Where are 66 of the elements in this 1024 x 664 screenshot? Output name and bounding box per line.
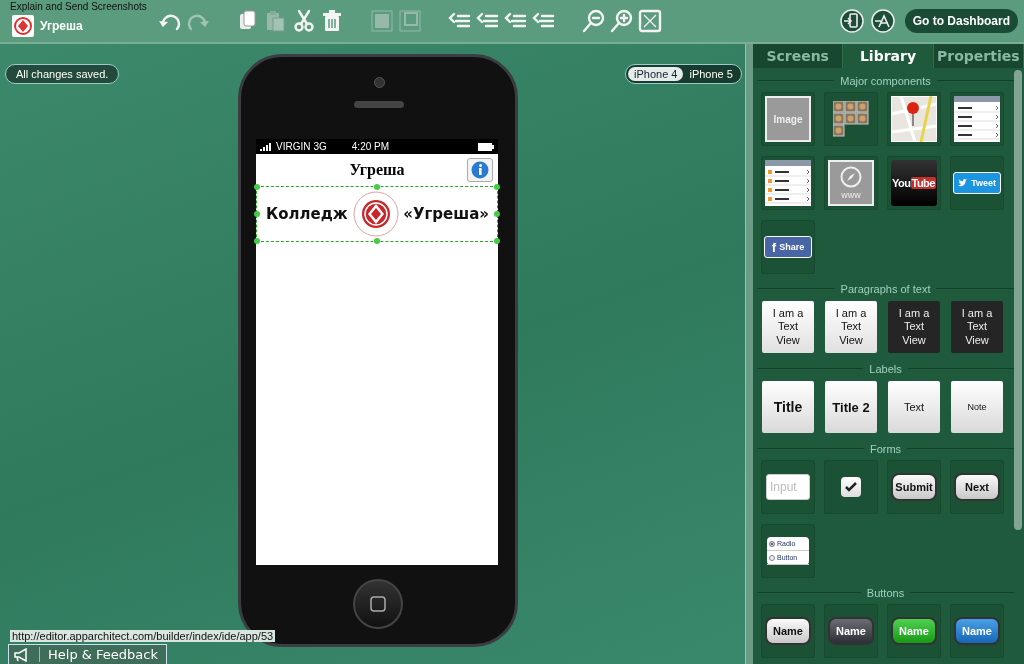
- label-tile[interactable]: Title 2: [825, 381, 877, 433]
- section-heading: Forms: [869, 442, 902, 455]
- button[interactable]: Name: [954, 617, 1000, 645]
- signal-icon: [260, 142, 273, 151]
- compass-icon: [840, 166, 862, 188]
- fit-screen-icon[interactable]: [638, 9, 662, 33]
- feed-list-icon[interactable]: [765, 160, 811, 206]
- app-store-icon[interactable]: [870, 9, 895, 33]
- speaker-grille: [354, 101, 404, 108]
- scrollbar[interactable]: [745, 44, 753, 664]
- text-view-tile[interactable]: I am a Text View: [888, 301, 940, 353]
- photo-gallery-icon[interactable]: [833, 101, 869, 137]
- banner-text: «Угреша»: [403, 205, 489, 223]
- tile-label: www: [841, 190, 861, 200]
- section-heading: Major components: [840, 74, 931, 87]
- check-icon: [845, 482, 857, 492]
- video-tile[interactable]: YouTube: [891, 160, 937, 206]
- checkbox[interactable]: [841, 477, 861, 497]
- dashboard-button[interactable]: Go to Dashboard: [904, 9, 1018, 33]
- map-pin-icon[interactable]: [891, 96, 937, 142]
- banner-text: Колледж: [266, 205, 348, 223]
- section-heading: Labels: [869, 362, 902, 375]
- network-label: 3G: [313, 141, 327, 152]
- scrollbar[interactable]: [1014, 70, 1022, 530]
- share-button[interactable]: f Share: [764, 236, 812, 258]
- url-text: http://editor.apparchitect.com/builder/index/ide/app/53: [10, 630, 276, 642]
- trash-icon[interactable]: [320, 9, 344, 33]
- text-view-tile[interactable]: I am a Text View: [825, 301, 877, 353]
- label-tile[interactable]: Note: [951, 381, 1003, 433]
- table-list-icon[interactable]: [954, 96, 1000, 142]
- bird-icon: [958, 178, 969, 188]
- button[interactable]: Name: [765, 617, 811, 645]
- project-name: Угреша: [40, 19, 84, 33]
- banner-image[interactable]: Колледж «Угреша»: [256, 186, 498, 242]
- text-view-tile[interactable]: I am a Text View: [951, 301, 1003, 353]
- zoom-in-icon[interactable]: [610, 9, 634, 33]
- info-button[interactable]: [467, 158, 493, 182]
- battery-icon: [478, 142, 494, 151]
- input-field[interactable]: Input: [766, 474, 810, 500]
- square-icon: [369, 595, 387, 613]
- nav-title: Угреша: [349, 161, 405, 179]
- label-tile[interactable]: Title: [762, 381, 814, 433]
- label-tile[interactable]: Text: [888, 381, 940, 433]
- phone-enter-icon[interactable]: [839, 9, 864, 33]
- emblem-icon: [351, 190, 400, 238]
- facebook-icon: f: [771, 239, 777, 255]
- button[interactable]: Submit: [891, 473, 937, 501]
- button[interactable]: Next: [954, 473, 1000, 501]
- zoom-out-icon[interactable]: [582, 9, 606, 33]
- overlay-caption: Explain and Send Screenshots: [10, 1, 147, 12]
- save-status: All changes saved.: [5, 64, 120, 84]
- panel-tab[interactable]: Properties: [933, 44, 1024, 68]
- info-icon: [471, 161, 489, 179]
- device-tab[interactable]: iPhone 5: [683, 67, 739, 81]
- section-heading: Paragraphs of text: [840, 282, 931, 295]
- scissors-icon[interactable]: [292, 9, 316, 33]
- text-view-tile[interactable]: I am a Text View: [762, 301, 814, 353]
- device-tab[interactable]: iPhone 4: [628, 67, 684, 81]
- app-logo-icon: [12, 15, 34, 37]
- panel-tab[interactable]: Screens: [753, 44, 844, 68]
- help-feedback-button[interactable]: Help & Feedback: [8, 644, 167, 664]
- button[interactable]: Name: [828, 617, 874, 645]
- time-label: 4:20 PM: [351, 141, 391, 152]
- carrier-label: VIRGIN: [276, 141, 311, 152]
- section-heading: Buttons: [866, 586, 905, 599]
- camera-lens: [374, 77, 385, 88]
